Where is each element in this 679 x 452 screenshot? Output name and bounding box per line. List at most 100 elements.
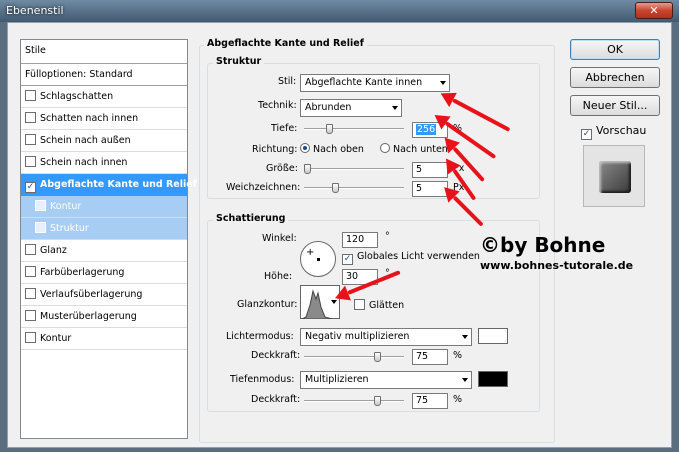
- style-list-item-label: Struktur: [50, 223, 89, 234]
- tiefe-slider-thumb[interactable]: [326, 124, 333, 134]
- checkbox-icon[interactable]: [354, 299, 365, 310]
- checkbox-icon[interactable]: [35, 200, 46, 211]
- hoehe-value: 30: [346, 271, 359, 282]
- style-list-item[interactable]: Fülloptionen: Standard: [21, 64, 187, 86]
- checkbox-icon[interactable]: [25, 310, 36, 321]
- deckkraft1-slider-thumb[interactable]: [374, 352, 381, 362]
- checkbox-icon[interactable]: [25, 266, 36, 277]
- angle-dial-center-dot: [317, 258, 320, 261]
- style-list-item[interactable]: Stile: [21, 40, 187, 64]
- gloss-contour-curve-icon: [302, 289, 332, 319]
- schattierung-title: Schattierung: [213, 213, 289, 224]
- winkel-label: Winkel:: [262, 233, 297, 244]
- weichzeichnen-label: Weichzeichnen:: [226, 182, 301, 193]
- tiefenmodus-value: Multiplizieren: [305, 374, 369, 385]
- technik-label: Technik:: [258, 100, 297, 111]
- lichter-color-swatch[interactable]: [478, 328, 508, 344]
- ok-button[interactable]: OK: [570, 39, 660, 60]
- weichzeichnen-slider-track[interactable]: [304, 187, 404, 189]
- checkbox-icon[interactable]: [25, 134, 36, 145]
- style-list-item-label: Glanz: [40, 245, 67, 256]
- style-list-item-label: Farbüberlagerung: [40, 267, 125, 278]
- winkel-input[interactable]: 120: [342, 232, 378, 248]
- stil-label: Stil:: [278, 76, 297, 87]
- style-list-item[interactable]: Schein nach außen: [21, 130, 187, 152]
- deckkraft2-unit: %: [453, 394, 463, 405]
- nach-unten-label: Nach unten: [393, 144, 448, 155]
- global-light-checkbox[interactable]: ✓ Globales Licht verwenden: [342, 251, 480, 265]
- style-list-item[interactable]: Schatten nach innen: [21, 108, 187, 130]
- close-button[interactable]: ✕: [635, 2, 673, 19]
- glanzkontur-label: Glanzkontur:: [237, 299, 298, 310]
- deckkraft2-slider-thumb[interactable]: [374, 396, 381, 406]
- deckkraft1-slider-track[interactable]: [304, 356, 404, 358]
- weichzeichnen-slider-thumb[interactable]: [332, 183, 339, 193]
- checkbox-icon[interactable]: [25, 156, 36, 167]
- angle-dial[interactable]: +: [300, 241, 336, 277]
- checkbox-icon[interactable]: [25, 288, 36, 299]
- tiefen-color-swatch[interactable]: [478, 371, 508, 387]
- checkbox-checked-icon[interactable]: ✓: [581, 129, 592, 140]
- checkbox-icon[interactable]: [25, 112, 36, 123]
- style-list-item[interactable]: ✓ Abgeflachte Kante und Relief: [21, 174, 197, 196]
- checkbox-icon[interactable]: [25, 90, 36, 101]
- tiefe-label: Tiefe:: [271, 123, 298, 134]
- tiefe-slider-track[interactable]: [304, 128, 404, 130]
- style-list-item[interactable]: Verlaufsüberlagerung: [21, 284, 187, 306]
- deckkraft1-value: 75: [416, 351, 429, 362]
- lichtermodus-value: Negativ multiplizieren: [305, 331, 410, 342]
- groesse-slider-thumb[interactable]: [304, 164, 311, 174]
- richtung-label: Richtung:: [252, 144, 298, 155]
- stil-select[interactable]: Abgeflachte Kante innen: [300, 74, 450, 92]
- style-list-item[interactable]: Struktur: [21, 218, 187, 240]
- checkbox-checked-icon[interactable]: ✓: [25, 182, 36, 193]
- style-list-item[interactable]: Schlagschatten: [21, 86, 187, 108]
- style-list-item[interactable]: Kontur: [21, 328, 187, 350]
- radio-icon-selected[interactable]: [300, 143, 310, 153]
- style-list-item[interactable]: Kontur: [21, 196, 187, 218]
- radio-nach-oben[interactable]: Nach oben: [300, 143, 364, 155]
- hoehe-label: Höhe:: [264, 271, 293, 282]
- deckkraft2-input[interactable]: 75: [412, 393, 448, 409]
- style-list-item-label: Verlaufsüberlagerung: [40, 289, 143, 300]
- tiefenmodus-select[interactable]: Multiplizieren: [300, 371, 472, 389]
- new-style-button[interactable]: Neuer Stil...: [570, 95, 660, 116]
- groesse-slider-track[interactable]: [304, 168, 404, 170]
- winkel-value: 120: [346, 234, 365, 245]
- cancel-button[interactable]: Abbrechen: [570, 67, 660, 88]
- window-title: Ebenenstil: [6, 4, 64, 17]
- style-list-item-label: Schatten nach innen: [40, 113, 139, 124]
- checkbox-icon[interactable]: [25, 332, 36, 343]
- global-light-label: Globales Licht verwenden: [357, 251, 480, 262]
- chevron-down-icon: [462, 378, 468, 382]
- checkbox-icon[interactable]: [35, 222, 46, 233]
- radio-nach-unten[interactable]: Nach unten: [380, 143, 448, 155]
- watermark-author: ©by Bohne: [480, 233, 606, 257]
- chevron-down-icon: [462, 335, 468, 339]
- radio-icon[interactable]: [380, 143, 390, 153]
- preview-bevel-square: [599, 161, 631, 193]
- style-list-item[interactable]: Glanz: [21, 240, 187, 262]
- style-list: Stile Fülloptionen: Standard Schlagschatte…: [20, 39, 197, 439]
- section-title: Abgeflachte Kante und Relief: [204, 38, 367, 49]
- lichtermodus-select[interactable]: Negativ multiplizieren: [300, 328, 472, 346]
- groesse-value: 5: [416, 164, 423, 175]
- style-list-item-label: Stile: [25, 45, 46, 56]
- close-icon: ✕: [649, 4, 659, 17]
- deckkraft1-input[interactable]: 75: [412, 349, 448, 365]
- lichtermodus-label: Lichtermodus:: [226, 331, 294, 342]
- glaetten-checkbox[interactable]: Glätten: [354, 299, 404, 311]
- preview-checkbox[interactable]: ✓ Vorschau: [581, 124, 646, 140]
- checkbox-checked-icon[interactable]: ✓: [342, 254, 353, 265]
- style-list-item[interactable]: Farbüberlagerung: [21, 262, 187, 284]
- checkbox-icon[interactable]: [25, 244, 36, 255]
- preview-label: Vorschau: [596, 124, 647, 137]
- deckkraft2-value: 75: [416, 395, 429, 406]
- style-list-item[interactable]: Schein nach innen: [21, 152, 187, 174]
- technik-select[interactable]: Abrunden: [300, 99, 402, 117]
- deckkraft1-unit: %: [453, 350, 463, 361]
- layer-style-dialog: Stile Fülloptionen: Standard Schlagschatte…: [7, 22, 672, 448]
- glaetten-label: Glätten: [369, 300, 405, 311]
- style-list-item[interactable]: Musterüberlagerung: [21, 306, 187, 328]
- deckkraft2-slider-track[interactable]: [304, 400, 404, 402]
